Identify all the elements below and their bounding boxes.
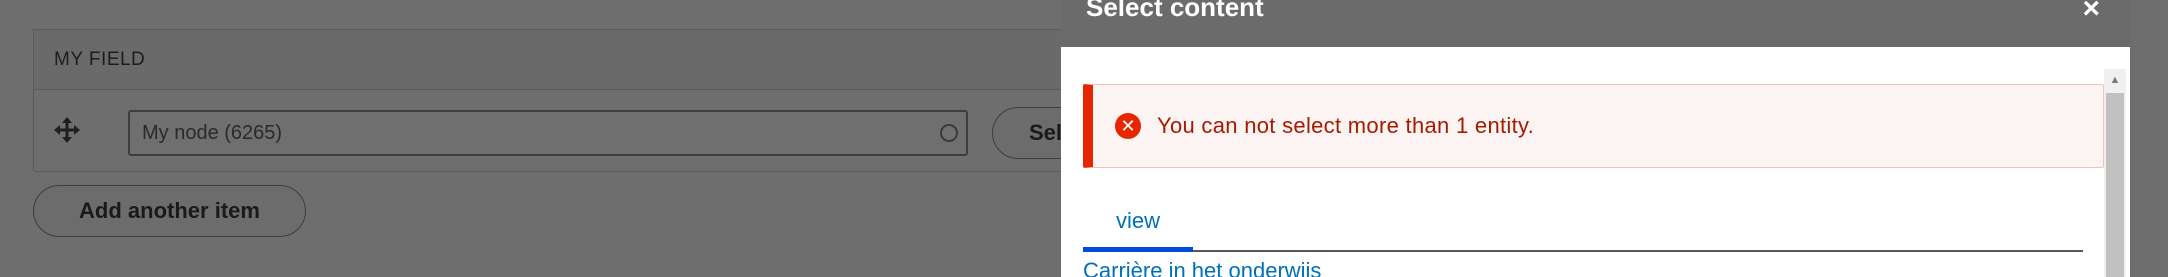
dialog-title: Select content — [1086, 0, 1264, 22]
error-icon: ✕ — [1115, 113, 1141, 139]
dialog-scrollbar[interactable]: ▲ — [2104, 69, 2126, 277]
result-link[interactable]: Carrière in het onderwijs — [1083, 258, 1321, 277]
dialog-body: ✕ You can not select more than 1 entity.… — [1061, 47, 2130, 277]
dialog-titlebar: Select content × — [1061, 0, 2130, 47]
autocomplete-value: My node (6265) — [142, 121, 283, 144]
view-tabs: view — [1083, 194, 2083, 252]
entity-autocomplete-input[interactable]: My node (6265) — [128, 110, 968, 156]
field-row: My node (6265) Sel — [34, 90, 1132, 172]
field-table: MY FIELD My node (6265) Sel — [33, 29, 1132, 172]
select-content-dialog: Select content × ✕ You can not select mo… — [1061, 0, 2130, 277]
close-icon[interactable]: × — [2082, 0, 2100, 24]
error-text: You can not select more than 1 entity. — [1157, 113, 1535, 138]
scroll-up-arrow-icon[interactable]: ▲ — [2104, 69, 2126, 91]
error-message: ✕ You can not select more than 1 entity. — [1083, 84, 2104, 168]
field-label: MY FIELD — [34, 30, 1092, 90]
scroll-thumb[interactable] — [2106, 93, 2124, 277]
drag-handle-icon[interactable] — [52, 115, 82, 145]
tab-view[interactable]: view — [1083, 194, 1193, 252]
autocomplete-throbber-icon — [940, 124, 958, 142]
add-another-item-button[interactable]: Add another item — [33, 185, 306, 237]
